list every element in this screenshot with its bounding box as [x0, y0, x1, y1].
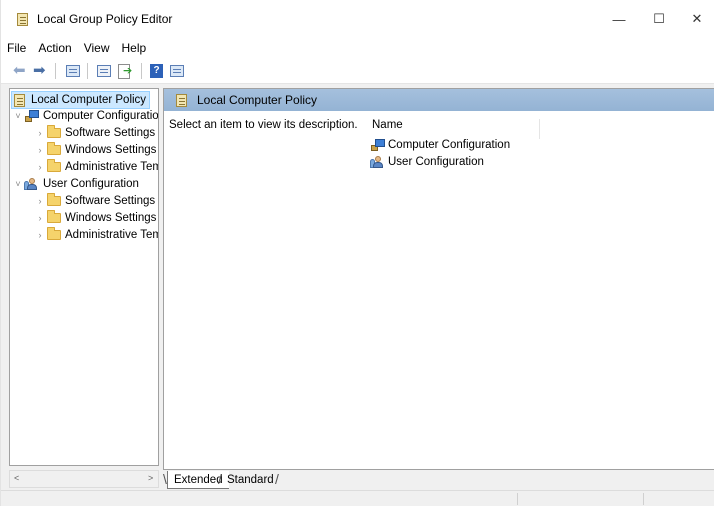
tree-item-computer-configuration[interactable]: ˅ Computer Configuration: [12, 108, 159, 124]
menu-help[interactable]: Help: [122, 41, 153, 55]
tree-item-label: Software Settings: [65, 127, 156, 139]
tree-item-label: Windows Settings: [65, 144, 157, 156]
tree-item-label: Windows Settings: [65, 212, 157, 224]
tree-item-label: Local Computer Policy: [31, 94, 147, 106]
tab-standard[interactable]: Standard: [221, 471, 280, 489]
help-icon[interactable]: ?: [149, 63, 165, 79]
column-header-name[interactable]: Name: [372, 119, 540, 139]
list-item-label: Computer Configuration: [388, 139, 511, 151]
expand-chevron-icon[interactable]: ›: [34, 230, 46, 240]
users-icon: [24, 177, 40, 191]
tree-item-label: Computer Configuration: [43, 110, 159, 122]
computer-icon: [24, 109, 40, 123]
tree-item-label: Software Settings: [65, 195, 156, 207]
list-item-user-configuration[interactable]: User Configuration: [370, 154, 484, 170]
tree-item-software-settings[interactable]: › Software Settings: [34, 125, 155, 141]
maximize-icon: ☐: [653, 11, 665, 26]
show-hide-tree-icon[interactable]: [65, 63, 81, 79]
tree-item-administrative-templates[interactable]: › Administrative Templates: [34, 159, 158, 175]
collapse-chevron-icon[interactable]: ˅: [12, 111, 24, 121]
expand-chevron-icon[interactable]: ›: [34, 162, 46, 172]
policy-editor-icon: [15, 12, 31, 28]
tree-item-label: User Configuration: [43, 178, 139, 190]
policy-document-icon: [12, 93, 28, 107]
policy-document-icon: [174, 93, 188, 107]
details-header: Local Computer Policy: [164, 89, 714, 111]
minimize-icon: —: [612, 11, 626, 27]
menu-bar: File Action View Help: [1, 38, 714, 58]
scroll-right-icon[interactable]: >: [148, 473, 153, 483]
back-arrow-icon[interactable]: ⬅: [13, 63, 29, 79]
list-item-label: User Configuration: [388, 156, 484, 168]
expand-chevron-icon[interactable]: ›: [34, 196, 46, 206]
export-list-icon[interactable]: [117, 63, 133, 79]
console-tree: Local Computer Policy ˅ Computer Configu…: [9, 88, 159, 466]
list-item-computer-configuration[interactable]: Computer Configuration: [370, 137, 510, 153]
scroll-left-icon[interactable]: <: [14, 473, 19, 483]
folder-icon: [46, 159, 62, 174]
users-icon: [370, 155, 386, 169]
status-bar: [1, 490, 714, 506]
menu-file[interactable]: File: [7, 41, 32, 55]
expand-chevron-icon[interactable]: ›: [34, 128, 46, 138]
view-tabs: \ Extended / Standard /: [163, 470, 714, 490]
column-header-label: Name: [372, 119, 403, 131]
tab-label: Extended: [174, 473, 223, 486]
tree-item-label: Administrative Templates: [65, 229, 158, 241]
tab-divider: /: [275, 471, 279, 487]
toolbar-separator: [141, 63, 142, 79]
tree-item-local-computer-policy[interactable]: Local Computer Policy: [10, 91, 151, 109]
description-text: Select an item to view its description.: [169, 119, 358, 131]
toolbar-separator: [87, 63, 88, 79]
status-divider: [517, 493, 518, 505]
details-header-title: Local Computer Policy: [197, 93, 318, 107]
folder-icon: [46, 125, 62, 140]
tree-item-label: Administrative Templates: [65, 161, 158, 173]
properties-icon[interactable]: [96, 63, 112, 79]
folder-icon: [46, 227, 62, 242]
tab-label: Standard: [227, 474, 274, 486]
maximize-button[interactable]: ☐: [637, 6, 681, 32]
forward-arrow-icon[interactable]: ➡: [33, 63, 49, 79]
menu-view[interactable]: View: [84, 41, 116, 55]
computer-icon: [370, 138, 386, 152]
details-pane: Local Computer Policy Select an item to …: [163, 88, 714, 470]
app-window: Local Group Policy Editor — ☐ ✕ File Act…: [0, 0, 714, 506]
title-bar: Local Group Policy Editor — ☐ ✕: [1, 0, 714, 38]
close-icon: ✕: [691, 11, 703, 26]
tree-item-windows-settings[interactable]: › Windows Settings: [34, 142, 156, 158]
window-title: Local Group Policy Editor: [37, 12, 173, 26]
expand-chevron-icon[interactable]: ›: [34, 145, 46, 155]
tree-item-user-configuration[interactable]: ˅ User Configuration: [12, 176, 139, 192]
folder-icon: [46, 210, 62, 225]
expand-chevron-icon[interactable]: ›: [34, 213, 46, 223]
tree-item-administrative-templates[interactable]: › Administrative Templates: [34, 227, 158, 243]
status-divider: [643, 493, 644, 505]
show-action-pane-icon[interactable]: [169, 63, 185, 79]
folder-icon: [46, 193, 62, 208]
minimize-button[interactable]: —: [597, 6, 641, 32]
folder-icon: [46, 142, 62, 157]
toolbar: ⬅ ➡ ?: [1, 58, 714, 84]
tree-item-windows-settings[interactable]: › Windows Settings: [34, 210, 156, 226]
tree-item-software-settings[interactable]: › Software Settings: [34, 193, 155, 209]
tree-horizontal-scrollbar[interactable]: < >: [9, 470, 159, 488]
close-button[interactable]: ✕: [679, 6, 714, 32]
menu-action[interactable]: Action: [38, 41, 77, 55]
toolbar-separator: [55, 63, 56, 79]
collapse-chevron-icon[interactable]: ˅: [12, 179, 24, 189]
